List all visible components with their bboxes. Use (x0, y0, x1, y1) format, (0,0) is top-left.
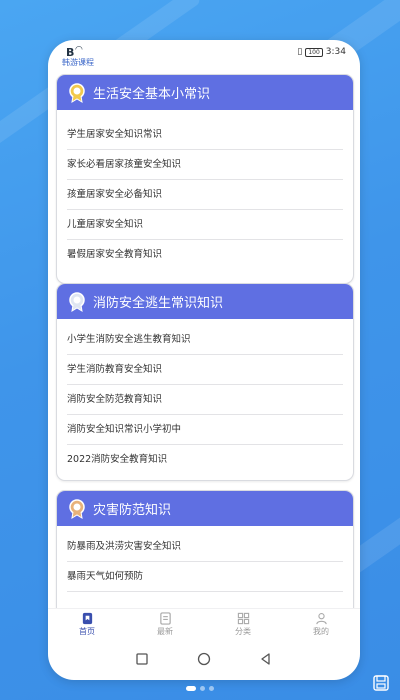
list-item[interactable]: 孩童居家安全必备知识 (67, 180, 343, 210)
tab-category[interactable]: 分类 (204, 609, 282, 639)
grid-icon (237, 612, 249, 624)
list-item[interactable]: 小学生消防安全逃生教育知识 (67, 325, 343, 355)
battery-icon: 100 (305, 47, 323, 57)
list-item[interactable]: 消防安全防范教育知识 (67, 385, 343, 415)
medal-icon (69, 291, 85, 312)
tab-home[interactable]: 首页 (48, 609, 126, 639)
section-header: 灾害防范知识 (57, 491, 353, 526)
section-card-disaster: 灾害防范知识 防暴雨及洪涝灾害安全知识 暴雨天气如何预防 (56, 490, 354, 608)
vibrate-icon: ▯ (297, 47, 303, 57)
list-item[interactable]: 学生消防教育安全知识 (67, 355, 343, 385)
phone-frame: B ◠ 韩游课程 ▯ 100 3:34 生活安全基本小常识 学生居家安全知识常识 (48, 40, 360, 680)
medal-icon (69, 82, 85, 103)
battery-level: 100 (308, 48, 320, 56)
list-item[interactable]: 家长必看居家孩童安全知识 (67, 150, 343, 180)
section-card-life-safety: 生活安全基本小常识 学生居家安全知识常识 家长必看居家孩童安全知识 孩童居家安全… (56, 74, 354, 284)
system-nav-bar (48, 638, 360, 680)
page-indicator (186, 686, 214, 691)
status-indicators: ▯ 100 3:34 (297, 47, 346, 57)
home-icon (82, 612, 92, 624)
bottom-tab-bar: 首页 最新 分类 我的 (48, 608, 360, 639)
list-item[interactable]: 儿童居家安全知识 (67, 210, 343, 240)
list-item[interactable]: 防暴雨及洪涝灾害安全知识 (67, 532, 343, 562)
medal-icon (69, 498, 85, 519)
list-item[interactable]: 暑假居家安全教育知识 (67, 240, 343, 269)
page-dot (186, 686, 196, 691)
status-bar: B ◠ 韩游课程 ▯ 100 3:34 (48, 40, 360, 67)
home-button-icon[interactable] (197, 652, 211, 666)
section-title: 灾害防范知识 (93, 503, 172, 518)
section-header: 消防安全逃生常识知识 (57, 284, 353, 319)
list-item[interactable]: 消防安全知识常识小学初中 (67, 415, 343, 445)
tab-label: 分类 (235, 626, 251, 636)
document-icon (159, 611, 171, 625)
tab-label: 我的 (313, 626, 329, 636)
tab-mine[interactable]: 我的 (282, 609, 360, 639)
page-dot (209, 686, 214, 691)
section-title: 生活安全基本小常识 (93, 87, 211, 102)
list-item[interactable]: 学生居家安全知识常识 (67, 120, 343, 150)
save-icon[interactable] (372, 674, 390, 692)
tab-latest[interactable]: 最新 (126, 609, 204, 639)
tab-label: 首页 (79, 626, 95, 636)
list-item[interactable]: 暴雨天气如何预防 (67, 562, 343, 592)
section-title: 消防安全逃生常识知识 (93, 296, 224, 311)
tab-label: 最新 (157, 626, 173, 636)
main-content: 生活安全基本小常识 学生居家安全知识常识 家长必看居家孩童安全知识 孩童居家安全… (48, 64, 360, 608)
status-time: 3:34 (325, 47, 346, 57)
list-item[interactable]: 2022消防安全教育知识 (67, 445, 343, 474)
back-icon[interactable] (259, 652, 273, 666)
wifi-icon: ◠ (75, 45, 83, 55)
section-card-fire-safety: 消防安全逃生常识知识 小学生消防安全逃生教育知识 学生消防教育安全知识 消防安全… (56, 283, 354, 481)
page-dot (200, 686, 205, 691)
section-header: 生活安全基本小常识 (57, 75, 353, 110)
person-icon (315, 612, 327, 624)
recent-apps-icon[interactable] (135, 652, 149, 666)
